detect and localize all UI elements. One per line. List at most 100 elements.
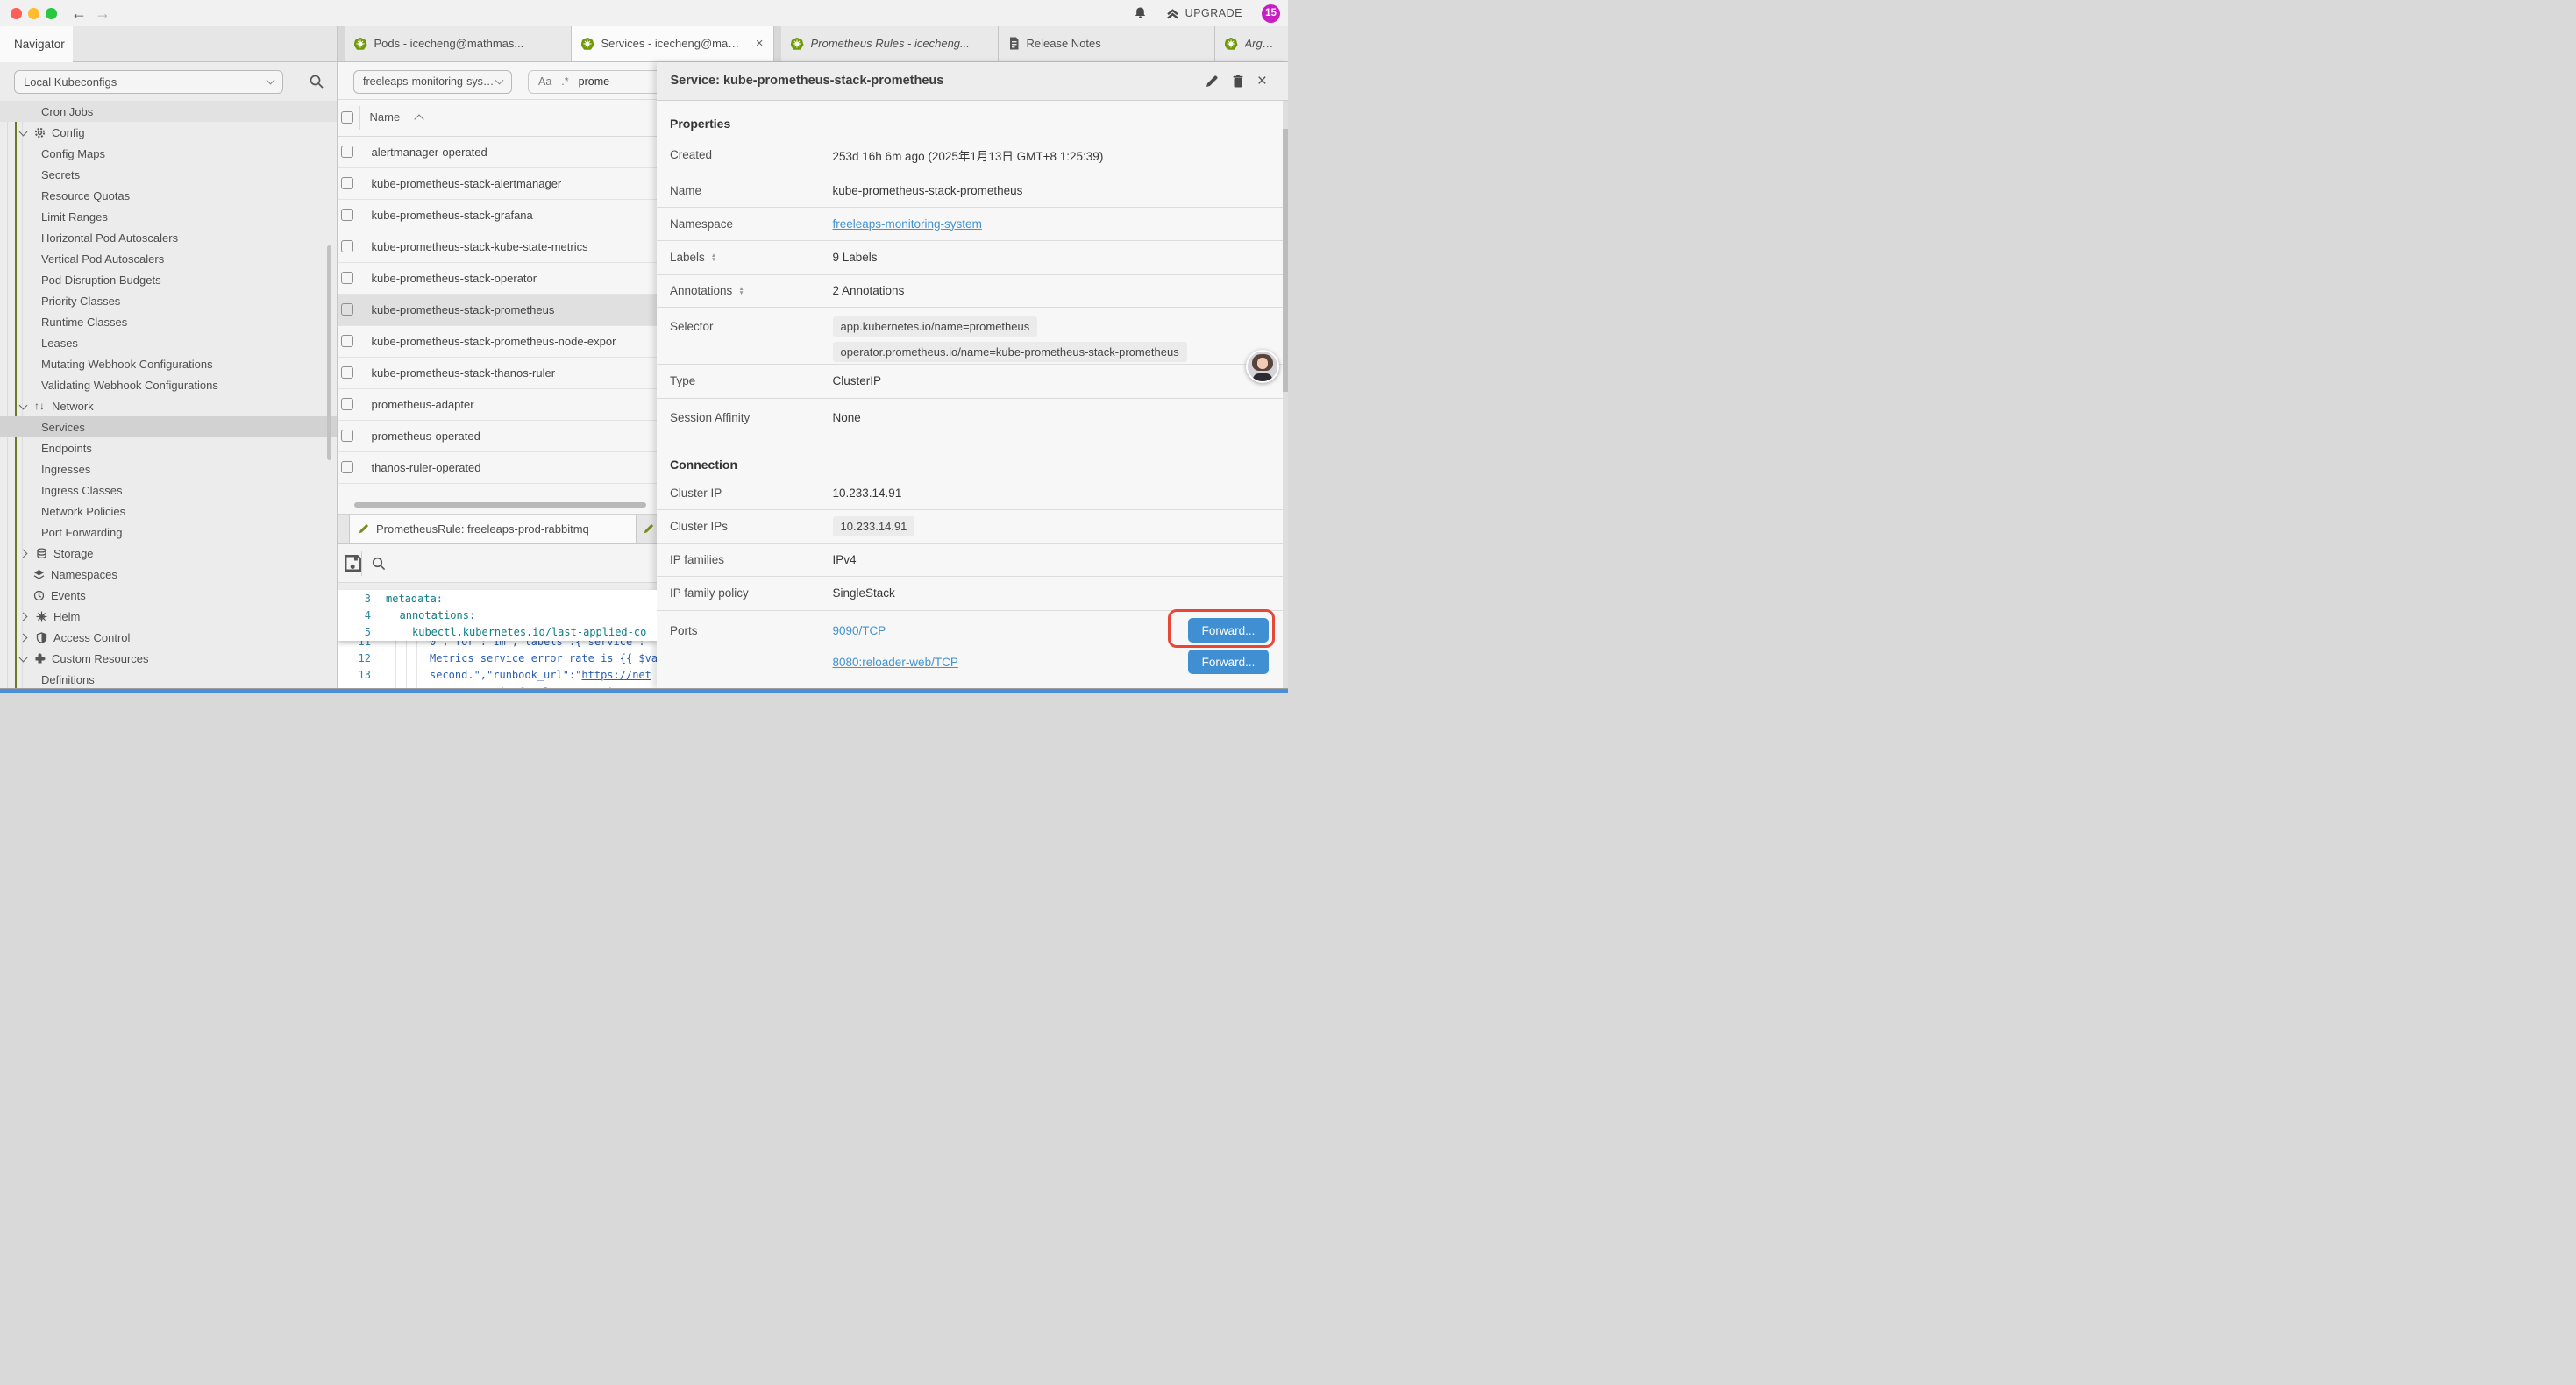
port-link-9090[interactable]: 9090/TCP	[833, 624, 958, 638]
sidebar-item-vertical-pod-autoscalers[interactable]: Vertical Pod Autoscalers	[0, 248, 337, 269]
editor-toolbar	[338, 544, 657, 584]
row-checkbox[interactable]	[341, 461, 353, 473]
match-case-toggle[interactable]: Aa	[538, 75, 551, 88]
editor-search-icon[interactable]	[371, 556, 387, 572]
sidebar-group-custom-resources[interactable]: Custom Resources	[0, 648, 337, 669]
notification-badge[interactable]: 15	[1262, 4, 1280, 23]
tab-pods[interactable]: Pods - icecheng@mathmas...	[345, 26, 572, 61]
sidebar-item-validating-webhook-configurations[interactable]: Validating Webhook Configurations	[0, 374, 337, 395]
maximize-window-button[interactable]	[46, 8, 57, 19]
editor-tab-prometheusrule[interactable]: PrometheusRule: freeleaps-prod-rabbitmq	[349, 515, 637, 543]
regex-toggle[interactable]: .*	[561, 75, 568, 88]
table-row[interactable]: kube-prometheus-stack-grafana	[338, 200, 657, 231]
table-row[interactable]: thanos-ruler-operated	[338, 452, 657, 484]
table-row[interactable]: kube-prometheus-stack-alertmanager	[338, 168, 657, 200]
name-column-header[interactable]: Name	[370, 110, 401, 124]
sidebar-item-horizontal-pod-autoscalers[interactable]: Horizontal Pod Autoscalers	[0, 227, 337, 248]
tab-services[interactable]: Services - icecheng@math... ×	[572, 26, 774, 61]
sidebar-scrollbar[interactable]	[327, 245, 331, 460]
table-row[interactable]: kube-prometheus-stack-prometheus-node-ex…	[338, 326, 657, 358]
namespace-select[interactable]: freeleaps-monitoring-system	[353, 70, 512, 94]
services-search-input[interactable]: Aa .* prome	[528, 70, 657, 94]
sidebar-item-cron-jobs[interactable]: Cron Jobs	[0, 101, 337, 122]
row-checkbox[interactable]	[341, 209, 353, 221]
table-row[interactable]: kube-prometheus-stack-thanos-ruler	[338, 358, 657, 389]
table-row[interactable]: kube-prometheus-stack-operator	[338, 263, 657, 295]
detail-scrollbar-thumb[interactable]	[1283, 129, 1288, 392]
tab-prometheus-rules[interactable]: Prometheus Rules - icecheng...	[781, 26, 999, 61]
forward-button-8080[interactable]: Forward...	[1188, 650, 1269, 674]
sidebar-item-endpoints[interactable]: Endpoints	[0, 437, 337, 458]
sidebar-item-config-maps[interactable]: Config Maps	[0, 143, 337, 164]
sidebar-item-resource-quotas[interactable]: Resource Quotas	[0, 185, 337, 206]
sidebar-item-ingress-classes[interactable]: Ingress Classes	[0, 479, 337, 501]
bell-icon[interactable]	[1134, 6, 1147, 20]
kubeconfig-select[interactable]: Local Kubeconfigs	[14, 70, 283, 94]
sidebar-group-config[interactable]: Config	[0, 122, 337, 143]
expand-collapse-icon[interactable]: ▲▼	[738, 287, 744, 295]
close-tab-icon[interactable]: ×	[749, 36, 764, 51]
row-checkbox[interactable]	[341, 146, 353, 158]
select-all-checkbox[interactable]	[341, 111, 353, 124]
sidebar-item-network-policies[interactable]: Network Policies	[0, 501, 337, 522]
table-row[interactable]: alertmanager-operated	[338, 137, 657, 168]
close-window-button[interactable]	[11, 8, 22, 19]
table-row-selected[interactable]: kube-prometheus-stack-prometheus	[338, 295, 657, 326]
sidebar-group-storage[interactable]: Storage	[0, 543, 337, 564]
table-row[interactable]: prometheus-adapter	[338, 389, 657, 421]
bottom-dock-divider[interactable]	[0, 688, 1288, 692]
close-panel-icon[interactable]: ×	[1257, 75, 1267, 88]
sidebar-group-network[interactable]: ↑↓ Network	[0, 395, 337, 416]
code-link[interactable]: https://net	[581, 669, 651, 681]
sidebar-item-services[interactable]: Services	[0, 416, 337, 437]
row-checkbox[interactable]	[341, 430, 353, 442]
sidebar-item-port-forwarding[interactable]: Port Forwarding	[0, 522, 337, 543]
tab-release-notes[interactable]: Release Notes	[999, 26, 1215, 61]
sidebar-search-icon[interactable]	[309, 74, 324, 89]
table-row[interactable]: kube-prometheus-stack-kube-state-metrics	[338, 231, 657, 263]
sidebar-item-mutating-webhook-configurations[interactable]: Mutating Webhook Configurations	[0, 353, 337, 374]
sidebar-item-definitions[interactable]: Definitions	[0, 669, 337, 689]
sidebar-item-leases[interactable]: Leases	[0, 332, 337, 353]
upgrade-label: UPGRADE	[1185, 7, 1242, 19]
minimize-window-button[interactable]	[28, 8, 39, 19]
sidebar-item-limit-ranges[interactable]: Limit Ranges	[0, 206, 337, 227]
avatar[interactable]	[1246, 350, 1279, 383]
sidebar-item-secrets[interactable]: Secrets	[0, 164, 337, 185]
session-affinity-value: None	[833, 411, 861, 424]
editor-tab-partial[interactable]	[637, 515, 657, 543]
sidebar-item-priority-classes[interactable]: Priority Classes	[0, 290, 337, 311]
save-icon[interactable]	[344, 554, 362, 572]
port-link-8080[interactable]: 8080:reloader-web/TCP	[833, 656, 958, 670]
table-row[interactable]: prometheus-operated	[338, 421, 657, 452]
sidebar-item-pod-disruption-budgets[interactable]: Pod Disruption Budgets	[0, 269, 337, 290]
row-checkbox[interactable]	[341, 240, 353, 252]
expand-collapse-icon[interactable]: ▲▼	[711, 253, 716, 262]
upgrade-button[interactable]: UPGRADE	[1166, 7, 1242, 20]
row-checkbox[interactable]	[341, 272, 353, 284]
sort-ascending-icon[interactable]	[414, 114, 423, 124]
edit-pencil-icon[interactable]	[1206, 75, 1219, 88]
row-checkbox[interactable]	[341, 366, 353, 379]
row-checkbox[interactable]	[341, 303, 353, 316]
namespace-link[interactable]: freeleaps-monitoring-system	[833, 217, 982, 231]
sidebar-item-ingresses[interactable]: Ingresses	[0, 458, 337, 479]
pencil-icon	[359, 523, 369, 534]
tab-argo[interactable]: Argo Se	[1215, 26, 1289, 61]
sidebar-group-helm[interactable]: Helm	[0, 606, 337, 627]
back-icon[interactable]: ←	[71, 2, 87, 25]
sidebar-item-runtime-classes[interactable]: Runtime Classes	[0, 311, 337, 332]
row-checkbox[interactable]	[341, 398, 353, 410]
navigator-tab[interactable]: Navigator	[0, 26, 73, 62]
forward-icon[interactable]: →	[95, 2, 110, 25]
row-checkbox[interactable]	[341, 335, 353, 347]
trash-icon[interactable]	[1232, 75, 1244, 88]
horizontal-scrollbar[interactable]	[354, 502, 646, 508]
row-checkbox[interactable]	[341, 177, 353, 189]
selector-chip: app.kubernetes.io/name=prometheus	[833, 316, 1038, 337]
yaml-editor[interactable]: 110","for":"1m","labels":{"service":" 12…	[338, 590, 657, 689]
sidebar-group-access-control[interactable]: Access Control	[0, 627, 337, 648]
forward-button-9090[interactable]: Forward...	[1188, 618, 1269, 643]
sidebar-item-namespaces[interactable]: Namespaces	[0, 564, 337, 585]
sidebar-item-events[interactable]: Events	[0, 585, 337, 606]
